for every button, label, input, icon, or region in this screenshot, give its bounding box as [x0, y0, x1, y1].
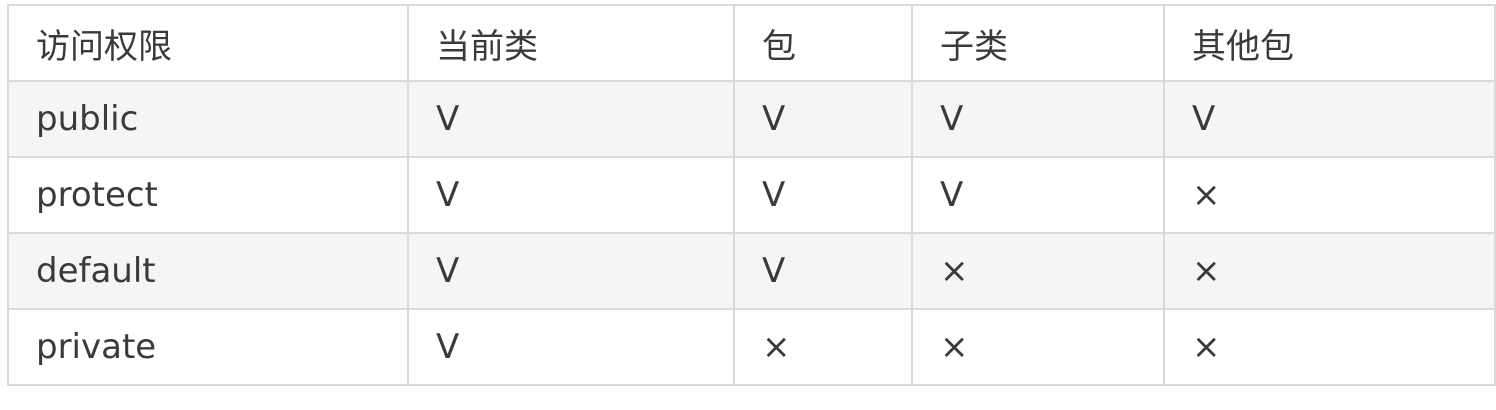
cell-current-class: V — [407, 80, 735, 158]
cell-current-class: V — [407, 156, 735, 234]
header-package: 包 — [733, 4, 913, 82]
header-access-level: 访问权限 — [7, 4, 409, 82]
row-modifier: public — [7, 80, 409, 158]
cell-package: V — [733, 156, 913, 234]
cell-other-package: × — [1163, 308, 1496, 386]
cell-subclass: × — [911, 308, 1165, 386]
table-row: default V V × × — [7, 232, 1496, 310]
row-modifier: protect — [7, 156, 409, 234]
cell-package: V — [733, 232, 913, 310]
row-modifier: default — [7, 232, 409, 310]
header-current-class: 当前类 — [407, 4, 735, 82]
header-other-package: 其他包 — [1163, 4, 1496, 82]
cell-other-package: V — [1163, 80, 1496, 158]
cell-package: × — [733, 308, 913, 386]
access-modifier-table: 访问权限 当前类 包 子类 其他包 public V V V V protect… — [7, 4, 1496, 386]
table-row: protect V V V × — [7, 156, 1496, 234]
table-header-row: 访问权限 当前类 包 子类 其他包 — [7, 4, 1496, 82]
table-row: private V × × × — [7, 308, 1496, 386]
cell-other-package: × — [1163, 156, 1496, 234]
cell-package: V — [733, 80, 913, 158]
table-row: public V V V V — [7, 80, 1496, 158]
header-subclass: 子类 — [911, 4, 1165, 82]
cell-current-class: V — [407, 308, 735, 386]
cell-subclass: V — [911, 156, 1165, 234]
cell-subclass: V — [911, 80, 1165, 158]
cell-subclass: × — [911, 232, 1165, 310]
cell-other-package: × — [1163, 232, 1496, 310]
cell-current-class: V — [407, 232, 735, 310]
row-modifier: private — [7, 308, 409, 386]
